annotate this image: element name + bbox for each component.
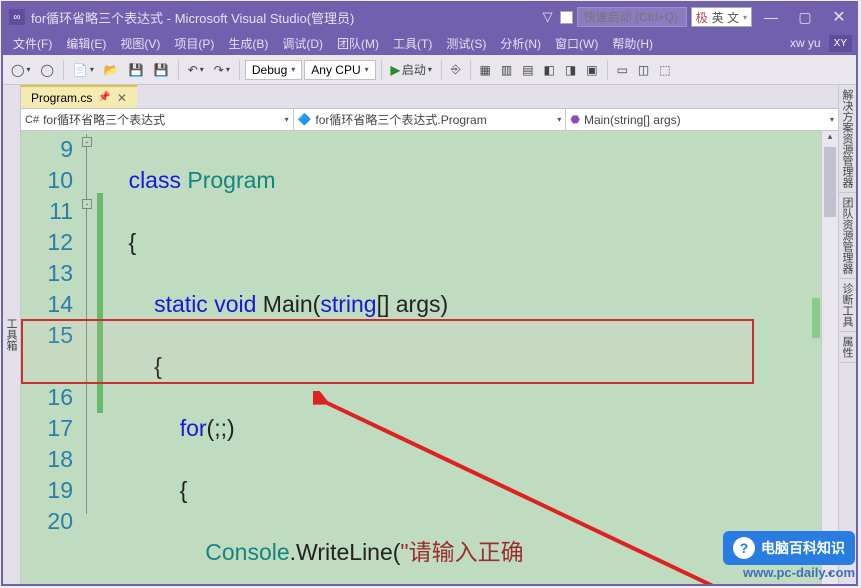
save-button[interactable]: 💾 <box>125 61 148 79</box>
tool-h-icon[interactable]: ◫ <box>634 61 653 79</box>
scroll-up-icon[interactable]: ▴ <box>822 131 838 146</box>
nav-class[interactable]: 🔷for循环省略三个表达式.Program▾ <box>294 109 567 130</box>
scroll-thumb[interactable] <box>824 147 836 217</box>
start-button[interactable]: ▶启动▾ <box>387 59 436 80</box>
vertical-scrollbar[interactable]: ▴ ▾ <box>821 131 838 584</box>
app-icon: ∞ <box>9 9 25 25</box>
team-explorer-panel[interactable]: 团队资源管理器 <box>839 193 856 279</box>
diagnostics-panel[interactable]: 诊断工具 <box>839 279 856 332</box>
new-button[interactable]: 📄▾ <box>69 61 98 79</box>
pin-icon[interactable]: 📌 <box>98 92 110 103</box>
window-title: for循环省略三个表达式 - Microsoft Visual Studio(管… <box>31 8 543 27</box>
menu-window[interactable]: 窗口(W) <box>549 33 604 54</box>
tool-a-icon[interactable]: ▦ <box>476 61 495 79</box>
notification-icon[interactable] <box>560 11 573 24</box>
csharp-icon: C# <box>25 114 39 126</box>
menu-project[interactable]: 项目(P) <box>168 33 220 54</box>
code-editor[interactable]: 91011 121314 15 1617 181920 - - class Pr… <box>21 131 838 584</box>
tool-g-icon[interactable]: ▭ <box>613 61 632 79</box>
save-all-button[interactable]: 💾 <box>150 61 173 79</box>
undo-button[interactable]: ↶▾ <box>184 61 208 79</box>
fold-box-icon[interactable]: - <box>82 137 92 147</box>
properties-panel[interactable]: 属性 <box>839 332 856 363</box>
menu-build[interactable]: 生成(B) <box>222 33 274 54</box>
tool-d-icon[interactable]: ◧ <box>540 61 559 79</box>
tab-close-icon[interactable]: ✕ <box>117 91 127 105</box>
info-icon: ? <box>733 537 755 559</box>
user-badge[interactable]: XY <box>829 35 852 52</box>
flag-icon[interactable]: ▽ <box>543 9 553 25</box>
tool-c-icon[interactable]: ▤ <box>518 61 537 79</box>
step-icon[interactable]: ⎆ <box>447 60 465 79</box>
menu-analyze[interactable]: 分析(N) <box>494 33 547 54</box>
method-icon: ⬣ <box>570 113 580 126</box>
solution-explorer-panel[interactable]: 解决方案资源管理器 <box>839 85 856 193</box>
forward-button[interactable]: ◯ <box>36 61 57 79</box>
quick-launch-input[interactable] <box>577 7 687 27</box>
tool-b-icon[interactable]: ▥ <box>497 61 516 79</box>
tool-i-icon[interactable]: ⬚ <box>655 61 674 79</box>
main-menu: 文件(F) 编辑(E) 视图(V) 项目(P) 生成(B) 调试(D) 团队(M… <box>3 31 856 55</box>
menu-debug[interactable]: 调试(D) <box>276 33 329 54</box>
menu-help[interactable]: 帮助(H) <box>606 33 659 54</box>
nav-project[interactable]: C#for循环省略三个表达式▾ <box>21 109 294 130</box>
platform-combo[interactable]: Any CPU▾ <box>304 60 375 80</box>
tab-label: Program.cs <box>31 91 92 105</box>
menu-edit[interactable]: 编辑(E) <box>60 33 112 54</box>
tool-f-icon[interactable]: ▣ <box>582 61 601 79</box>
maximize-button[interactable]: ▢ <box>790 7 820 27</box>
config-combo[interactable]: Debug▾ <box>245 60 302 80</box>
fold-box-icon[interactable]: - <box>82 199 92 209</box>
tab-program[interactable]: Program.cs 📌 ✕ <box>21 85 137 108</box>
redo-button[interactable]: ↷▾ <box>210 61 234 79</box>
menu-tools[interactable]: 工具(T) <box>387 33 438 54</box>
highlight-box <box>21 319 754 384</box>
ime-indicator[interactable]: 极极 英 文英 文▾ <box>691 7 752 27</box>
back-button[interactable]: ◯▾ <box>7 61 34 79</box>
menu-view[interactable]: 视图(V) <box>114 33 166 54</box>
menu-team[interactable]: 团队(M) <box>331 33 385 54</box>
minimize-button[interactable]: — <box>756 7 786 27</box>
minimap[interactable] <box>812 143 820 584</box>
menu-file[interactable]: 文件(F) <box>7 33 58 54</box>
menu-test[interactable]: 测试(S) <box>440 33 492 54</box>
class-icon: 🔷 <box>298 113 312 126</box>
user-name[interactable]: xw yu <box>784 34 827 52</box>
toolbox-panel[interactable]: 工具箱 <box>3 85 21 584</box>
tool-e-icon[interactable]: ◨ <box>561 61 580 79</box>
nav-method[interactable]: ⬣Main(string[] args)▾ <box>566 109 838 130</box>
close-button[interactable]: ✕ <box>824 7 854 27</box>
watermark: ?电脑百科知识 www.pc-daily.com <box>723 531 855 580</box>
open-button[interactable]: 📂 <box>100 61 123 79</box>
